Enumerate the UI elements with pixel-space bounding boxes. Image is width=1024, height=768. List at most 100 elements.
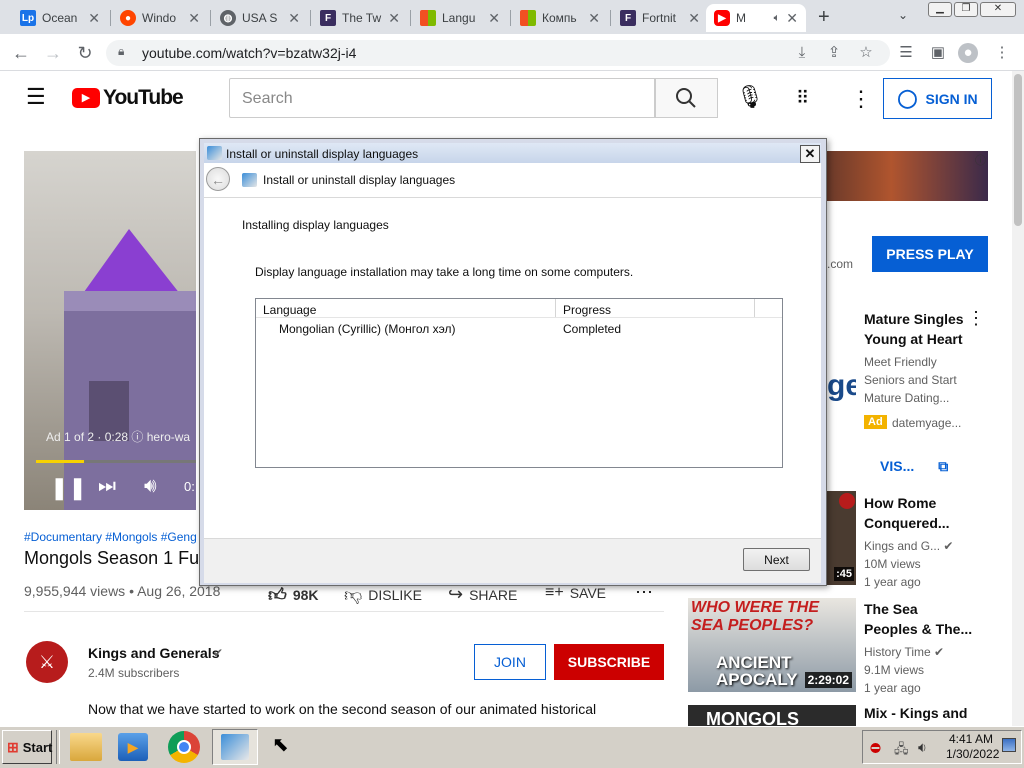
- thumbnail-caption: WHO WERE THE SEA PEOPLES?: [691, 599, 819, 635]
- security-alert-icon[interactable]: ⛔︎: [870, 740, 881, 756]
- subscribe-button[interactable]: SUBSCRIBE: [554, 644, 664, 680]
- url-text[interactable]: youtube.com/watch?v=bzatw32j-i4: [142, 45, 356, 61]
- save-button[interactable]: ≡+ SAVE: [545, 584, 606, 602]
- sign-in-button[interactable]: ◯ SIGN IN: [883, 78, 992, 119]
- column-header-progress[interactable]: Progress: [563, 303, 611, 317]
- chrome-center: [177, 740, 191, 754]
- more-options-icon[interactable]: ⋮: [967, 308, 985, 329]
- show-desktop-icon[interactable]: [1002, 738, 1016, 752]
- start-button[interactable]: ⊞ Start: [2, 730, 52, 764]
- media-player-icon[interactable]: ▶: [118, 733, 148, 761]
- video-thumbnail[interactable]: :45: [827, 491, 856, 585]
- next-video-icon[interactable]: ⏭︎: [98, 475, 116, 498]
- chrome-menu-icon[interactable]: ⋮: [992, 43, 1012, 63]
- close-icon[interactable]: ✕: [288, 10, 300, 27]
- progress-track[interactable]: [36, 460, 196, 463]
- video-meta: Kings and G... ✔ 10M views 1 year ago: [864, 537, 953, 591]
- close-icon[interactable]: ✕: [588, 10, 600, 27]
- network-icon[interactable]: 🖧: [894, 740, 909, 762]
- settings-dots-icon[interactable]: ⋮: [850, 86, 872, 112]
- ad-thumbnail[interactable]: ge: [827, 311, 856, 407]
- youtube-logo-icon[interactable]: ▶: [72, 88, 100, 108]
- share-button[interactable]: ↪ SHARE: [448, 584, 517, 605]
- sidebar-item-1-title[interactable]: Mature Singles Young at Heart: [864, 309, 964, 349]
- volume-tray-icon[interactable]: 🔉︎: [918, 739, 927, 756]
- search-input[interactable]: Search: [229, 78, 655, 118]
- volume-icon[interactable]: 🔊︎: [144, 475, 157, 498]
- close-icon[interactable]: ✕: [786, 10, 798, 27]
- chrome-icon[interactable]: [168, 731, 200, 763]
- close-icon[interactable]: ✕: [188, 10, 200, 27]
- close-window-button[interactable]: ✕: [980, 2, 1016, 17]
- next-button[interactable]: Next: [743, 548, 810, 571]
- channel-name[interactable]: Kings and Generals: [88, 645, 219, 661]
- hashtags[interactable]: #Documentary #Mongols #Geng: [24, 530, 197, 544]
- apps-grid-icon[interactable]: ⠿: [796, 88, 809, 109]
- share-icon[interactable]: ⇪: [824, 43, 844, 63]
- install-icon[interactable]: ⤓: [792, 43, 812, 63]
- video-player[interactable]: Ad 1 of 2 · 0:28 ⓘ hero-wa ❚❚ ⏭︎ 🔊︎ 0:: [24, 151, 196, 510]
- channel-avatar[interactable]: ⚔: [26, 641, 68, 683]
- close-icon[interactable]: ✕: [388, 10, 400, 27]
- playlist-add-icon: ≡+: [545, 584, 564, 601]
- close-icon[interactable]: ✕: [88, 10, 100, 27]
- reload-icon[interactable]: ↻: [74, 42, 96, 64]
- row-language: Mongolian (Cyrillic) (Монгол хэл): [279, 322, 456, 336]
- lp-icon: Lp: [20, 10, 36, 26]
- browser-tab-1[interactable]: Lp Ocean ✕: [12, 4, 108, 32]
- tab-search-icon[interactable]: ⌄: [898, 8, 908, 22]
- side-panel-icon[interactable]: ▣: [928, 43, 948, 63]
- press-play-button[interactable]: PRESS PLAY: [872, 236, 988, 272]
- close-icon[interactable]: ✕: [688, 10, 700, 27]
- tab-title: Langu: [442, 11, 476, 25]
- sidebar-item-3-title[interactable]: The Sea Peoples & The...: [864, 599, 972, 639]
- lock-icon[interactable]: 🔒︎: [118, 44, 124, 59]
- browser-tab-7[interactable]: F Fortnit ✕: [612, 4, 708, 32]
- browser-tab-active[interactable]: ▶ M 🔈︎ ✕: [706, 4, 806, 32]
- search-button[interactable]: [655, 78, 718, 118]
- language-settings-icon: [207, 146, 222, 160]
- ad-banner-image[interactable]: [827, 151, 988, 201]
- microphone-icon[interactable]: 🎙︎: [736, 84, 764, 110]
- clock[interactable]: 4:41 AM 1/30/2022: [946, 732, 999, 762]
- minimize-button[interactable]: ▁: [928, 2, 952, 17]
- browser-tab-2[interactable]: ● Windo ✕: [112, 4, 208, 32]
- speaker-icon[interactable]: 🔈︎: [774, 12, 781, 25]
- browser-tab-6[interactable]: Компь ✕: [512, 4, 608, 32]
- star-icon[interactable]: ☆: [856, 43, 876, 63]
- dialog-close-button[interactable]: ✕: [800, 145, 820, 163]
- sidebar-item-4-title[interactable]: Mix - Kings and: [864, 705, 967, 721]
- info-icon[interactable]: ⓘ: [975, 152, 986, 168]
- video-thumbnail[interactable]: MONGOLS: [688, 705, 856, 726]
- table-row[interactable]: Mongolian (Cyrillic) (Монгол хэл) Comple…: [256, 319, 782, 337]
- maximize-button[interactable]: ❐: [954, 2, 978, 17]
- back-arrow-icon[interactable]: ←: [10, 42, 32, 64]
- media-queue-icon[interactable]: ☰: [896, 43, 916, 63]
- column-header-language[interactable]: Language: [263, 303, 316, 317]
- browser-tab-5[interactable]: Langu ✕: [412, 4, 508, 32]
- sidebar-item-2-title[interactable]: How Rome Conquered...: [864, 493, 950, 533]
- pause-icon[interactable]: ❚❚: [50, 475, 87, 501]
- video-thumbnail[interactable]: WHO WERE THE SEA PEOPLES? ANCIENT APOCALY …: [688, 598, 856, 692]
- dislike-button[interactable]: 👎︎ DISLIKE: [344, 584, 422, 606]
- tab-divider: [610, 10, 611, 26]
- scrollbar-thumb[interactable]: [1014, 74, 1022, 226]
- visit-button[interactable]: VIS... ⧉: [864, 450, 964, 482]
- profile-icon[interactable]: ●: [958, 43, 978, 63]
- close-icon[interactable]: ✕: [488, 10, 500, 27]
- tab-divider: [210, 10, 211, 26]
- microsoft-icon: [520, 10, 536, 26]
- row-progress: Completed: [563, 322, 622, 336]
- browser-tab-4[interactable]: F The Tw ✕: [312, 4, 408, 32]
- youtube-logo-text[interactable]: YouTube: [103, 86, 184, 110]
- hamburger-menu-icon[interactable]: ☰: [26, 86, 46, 108]
- like-button[interactable]: 👍︎ 98K: [268, 584, 319, 606]
- back-arrow-icon[interactable]: ←: [206, 167, 230, 191]
- taskbar-language-window[interactable]: [212, 729, 258, 765]
- forward-arrow-icon[interactable]: →: [42, 42, 64, 64]
- browser-tab-3[interactable]: ◍ USA S ✕: [212, 4, 308, 32]
- file-explorer-icon[interactable]: [70, 733, 102, 761]
- new-tab-button[interactable]: +: [818, 6, 830, 29]
- join-button[interactable]: JOIN: [474, 644, 546, 680]
- title-line: The Sea: [864, 601, 918, 617]
